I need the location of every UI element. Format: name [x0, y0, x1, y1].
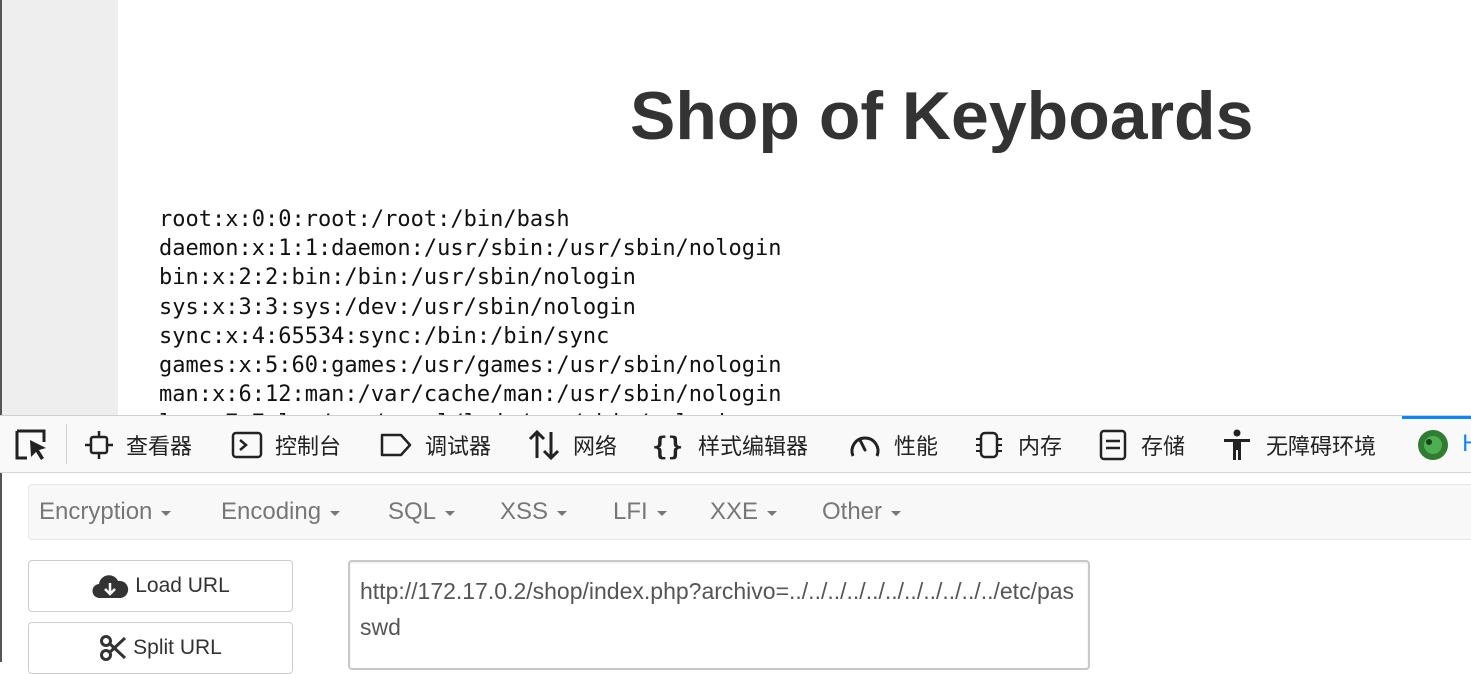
tab-label: 性能 [894, 434, 939, 460]
menu-encryption[interactable]: Encryption [39, 485, 172, 539]
menu-encoding[interactable]: Encoding [221, 485, 341, 539]
debugger-icon [380, 433, 412, 456]
split-url-label: Split URL [133, 636, 222, 659]
window-edge [0, 473, 2, 662]
caret-down-icon [557, 511, 568, 516]
menu-label: LFI [613, 498, 648, 525]
toolbar-separator [66, 424, 67, 464]
style-editor-icon: {} [652, 432, 683, 460]
tab-performance[interactable]: 性能 [848, 416, 938, 473]
tab-hackbar[interactable]: H [1416, 416, 1471, 473]
url-textarea[interactable]: http://172.17.0.2/shop/index.php?archivo… [348, 560, 1090, 670]
page-title: Shop of Keyboards [630, 78, 1254, 154]
caret-down-icon [330, 511, 341, 516]
load-url-label: Load URL [135, 574, 230, 597]
tab-memory[interactable]: 内存 [972, 416, 1062, 473]
tab-label: 控制台 [275, 434, 342, 460]
hackbar-icon [1418, 429, 1448, 460]
tab-label: 存储 [1141, 434, 1186, 460]
performance-icon [850, 436, 880, 457]
devtools-toolbar: 查看器 控制台 调试器 网络 {} 样式编辑器 性能 内存 存储 无障碍环境 H [0, 415, 1471, 473]
storage-icon [1099, 429, 1127, 460]
hackbar-panel: Encryption Encoding SQL XSS LFI XXE Othe… [0, 473, 1471, 674]
caret-down-icon [445, 511, 456, 516]
menu-xss[interactable]: XSS [500, 485, 568, 539]
tab-style-editor[interactable]: {} 样式编辑器 [652, 416, 808, 473]
tab-inspector[interactable]: 查看器 [84, 416, 192, 473]
menu-other[interactable]: Other [822, 485, 902, 539]
tab-console[interactable]: 控制台 [231, 416, 341, 473]
tab-storage[interactable]: 存储 [1097, 416, 1185, 473]
menu-label: Encoding [221, 498, 322, 525]
tab-debugger[interactable]: 调试器 [379, 416, 491, 473]
console-icon [231, 431, 263, 458]
caret-down-icon [656, 511, 667, 516]
tab-label: 查看器 [126, 434, 193, 460]
load-url-button[interactable]: Load URL [28, 560, 293, 612]
caret-down-icon [891, 511, 902, 516]
element-picker-button[interactable] [14, 428, 50, 462]
tab-label: 无障碍环境 [1266, 434, 1377, 460]
menu-sql[interactable]: SQL [388, 485, 456, 539]
svg-text:{}: {} [652, 432, 683, 460]
menu-label: SQL [388, 498, 437, 525]
tab-label: 样式编辑器 [698, 434, 809, 460]
page-viewport: Shop of Keyboards root:x:0:0:root:/root:… [0, 0, 1471, 415]
inspector-icon [85, 430, 113, 459]
menu-lfi[interactable]: LFI [613, 485, 667, 539]
tab-label: 网络 [573, 434, 618, 460]
scissors-icon [100, 635, 127, 661]
menu-label: XSS [500, 498, 549, 525]
network-icon [528, 429, 560, 460]
menu-xxe[interactable]: XXE [710, 485, 778, 539]
memory-icon [976, 431, 1002, 458]
tab-label: 内存 [1018, 434, 1063, 460]
split-url-button[interactable]: Split URL [28, 622, 293, 674]
passwd-file-content: root:x:0:0:root:/root:/bin/bash daemon:x… [159, 207, 782, 415]
tab-network[interactable]: 网络 [527, 416, 617, 473]
tab-label: H [1462, 432, 1471, 457]
hackbar-menu: Encryption Encoding SQL XSS LFI XXE Othe… [28, 484, 1471, 540]
caret-down-icon [767, 511, 778, 516]
element-picker-icon [15, 429, 46, 460]
page-left-margin [2, 0, 118, 415]
cloud-download-icon [92, 575, 129, 599]
tab-label: 调试器 [425, 434, 492, 460]
tab-accessibility[interactable]: 无障碍环境 [1220, 416, 1376, 473]
menu-label: Other [822, 498, 883, 525]
menu-label: Encryption [39, 498, 153, 525]
accessibility-icon [1224, 429, 1250, 460]
menu-label: XXE [710, 498, 759, 525]
caret-down-icon [161, 511, 172, 516]
